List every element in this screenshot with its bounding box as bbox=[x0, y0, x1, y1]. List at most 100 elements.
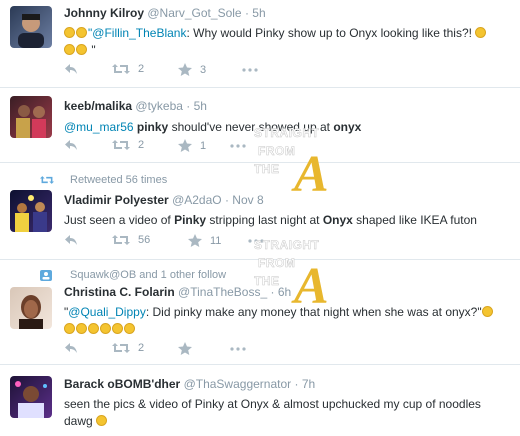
avatar-photo bbox=[15, 381, 47, 418]
user-handle[interactable]: @tykeba bbox=[135, 99, 183, 113]
favorite-button[interactable]: 3 bbox=[178, 63, 206, 76]
reply-button[interactable] bbox=[64, 234, 78, 246]
follow-context[interactable]: Squawk@OB and 1 other follow bbox=[40, 269, 226, 281]
tweet-text-body: & almost upchucked my cup of noodles bbox=[268, 397, 481, 411]
tweet-header: Barack oBOMB'dher @ThaSwaggernator · 7h bbox=[64, 376, 514, 392]
emoji-icon bbox=[124, 323, 135, 334]
highlight-term: onyx bbox=[333, 120, 362, 134]
user-handle[interactable]: @ThaSwaggernator bbox=[184, 377, 292, 391]
user-handle[interactable]: @A2daO bbox=[172, 193, 222, 207]
tweet-header: Johnny Kilroy @Narv_Got_Sole · 5h bbox=[64, 5, 514, 21]
avatar[interactable] bbox=[10, 287, 52, 329]
context-label: Squawk@OB and 1 other follow bbox=[70, 269, 227, 281]
highlight-term: Onyx bbox=[240, 397, 269, 411]
tweet-header: Vladimir Polyester @A2daO · Nov 8 bbox=[64, 192, 514, 208]
follow-context-icon bbox=[40, 269, 52, 281]
tweet-text: "@Fillin_TheBlank: Why would Pinky show … bbox=[64, 25, 514, 42]
retweet-context[interactable]: Retweeted 56 times bbox=[40, 174, 167, 186]
more-button[interactable] bbox=[242, 68, 258, 72]
timestamp[interactable]: · 7h bbox=[294, 377, 315, 391]
avatar[interactable] bbox=[10, 376, 52, 418]
tweet-text-body: : Did pinky make any money that night wh… bbox=[145, 305, 482, 319]
tweet-header: keeb/malika @tykeba · 5h bbox=[64, 98, 514, 114]
timestamp[interactable]: · 5h bbox=[245, 6, 266, 20]
favorite-button[interactable]: 11 bbox=[188, 234, 221, 247]
user-handle[interactable]: @TinaTheBoss_ bbox=[178, 285, 267, 299]
tweet-text-line2 bbox=[64, 321, 514, 338]
favorite-icon bbox=[178, 63, 192, 76]
retweet-icon bbox=[112, 140, 130, 150]
avatar[interactable] bbox=[10, 190, 52, 232]
mention-link[interactable]: @Quali_Dippy bbox=[68, 305, 146, 319]
highlight-term: Pinky bbox=[174, 213, 207, 227]
reply-icon bbox=[65, 343, 77, 353]
more-icon bbox=[230, 347, 246, 351]
more-icon bbox=[230, 144, 246, 148]
reply-icon bbox=[65, 140, 77, 150]
reply-icon bbox=[65, 235, 77, 245]
retweet-button[interactable]: 2 bbox=[112, 342, 144, 354]
display-name[interactable]: Barack oBOMB'dher bbox=[64, 377, 180, 391]
tweet-3[interactable]: Retweeted 56 times Vladimir Polyester @A… bbox=[0, 163, 520, 260]
avatar-photo bbox=[15, 195, 47, 232]
favorite-button[interactable] bbox=[178, 342, 192, 355]
more-button[interactable] bbox=[230, 347, 246, 351]
retweet-button[interactable]: 2 bbox=[112, 63, 144, 75]
more-button[interactable] bbox=[230, 144, 246, 148]
avatar-photo bbox=[19, 295, 43, 329]
mention-link[interactable]: "@Fillin_TheBlank bbox=[88, 26, 186, 40]
avatar[interactable] bbox=[10, 96, 52, 138]
user-handle[interactable]: @Narv_Got_Sole bbox=[147, 6, 241, 20]
favorite-icon bbox=[178, 342, 192, 355]
tweet-text-tail: " bbox=[88, 43, 96, 57]
tweet-text-body: seen the pics & video of bbox=[64, 397, 195, 411]
reply-button[interactable] bbox=[64, 342, 78, 354]
tweet-text-line2: " bbox=[64, 42, 514, 59]
avatar-photo bbox=[16, 105, 46, 138]
more-icon bbox=[248, 239, 264, 243]
display-name[interactable]: Vladimir Polyester bbox=[64, 193, 169, 207]
emoji-icon bbox=[96, 415, 108, 426]
retweet-count: 2 bbox=[138, 139, 145, 151]
tweet-text: @mu_mar56 pinky should've never showed u… bbox=[64, 119, 514, 136]
timestamp[interactable]: · 6h bbox=[270, 285, 291, 299]
retweet-button[interactable]: 2 bbox=[112, 139, 144, 151]
retweet-count: 2 bbox=[138, 63, 145, 75]
tweet-1[interactable]: Johnny Kilroy @Narv_Got_Sole · 5h "@Fill… bbox=[0, 0, 520, 88]
display-name[interactable]: Johnny Kilroy bbox=[64, 6, 144, 20]
avatar[interactable] bbox=[10, 6, 52, 48]
favorite-count: 11 bbox=[210, 234, 222, 247]
avatar-photo bbox=[18, 14, 44, 48]
retweet-icon bbox=[112, 64, 130, 74]
emoji-icon bbox=[475, 27, 487, 38]
tweet-text-body: at bbox=[224, 397, 241, 411]
retweet-button[interactable]: 56 bbox=[112, 234, 150, 246]
emoji-icon bbox=[76, 44, 87, 55]
emoji-icon bbox=[64, 27, 75, 38]
emoji-icon bbox=[64, 44, 75, 55]
mention-link[interactable]: @mu_mar56 bbox=[64, 120, 134, 134]
more-button[interactable] bbox=[248, 239, 264, 243]
timestamp[interactable]: · Nov 8 bbox=[225, 193, 264, 207]
timestamp[interactable]: · 5h bbox=[186, 99, 207, 113]
more-icon bbox=[242, 68, 258, 72]
tweet-text-body: : Why would Pinky show up to Onyx lookin… bbox=[186, 26, 476, 40]
tweet-4[interactable]: Squawk@OB and 1 other follow Christina C… bbox=[0, 260, 520, 365]
tweet-text-body: Just seen a video of bbox=[64, 213, 175, 227]
display-name[interactable]: keeb/malika bbox=[64, 99, 132, 113]
retweet-context-icon bbox=[40, 176, 54, 184]
reply-button[interactable] bbox=[64, 139, 78, 151]
emoji-icon bbox=[100, 323, 111, 334]
highlight-term: Pinky bbox=[194, 397, 225, 411]
reply-button[interactable] bbox=[64, 63, 78, 75]
favorite-count: 3 bbox=[200, 63, 207, 76]
tweet-5[interactable]: Barack oBOMB'dher @ThaSwaggernator · 7h … bbox=[0, 365, 520, 436]
favorite-button[interactable]: 1 bbox=[178, 139, 206, 152]
display-name[interactable]: Christina C. Folarin bbox=[64, 285, 175, 299]
retweet-icon bbox=[112, 235, 130, 245]
retweet-count: 2 bbox=[138, 342, 145, 354]
favorite-icon bbox=[178, 139, 192, 152]
emoji-icon bbox=[481, 306, 493, 317]
highlight-term: pinky bbox=[136, 120, 169, 134]
tweet-2[interactable]: keeb/malika @tykeba · 5h @mu_mar56 pinky… bbox=[0, 88, 520, 163]
